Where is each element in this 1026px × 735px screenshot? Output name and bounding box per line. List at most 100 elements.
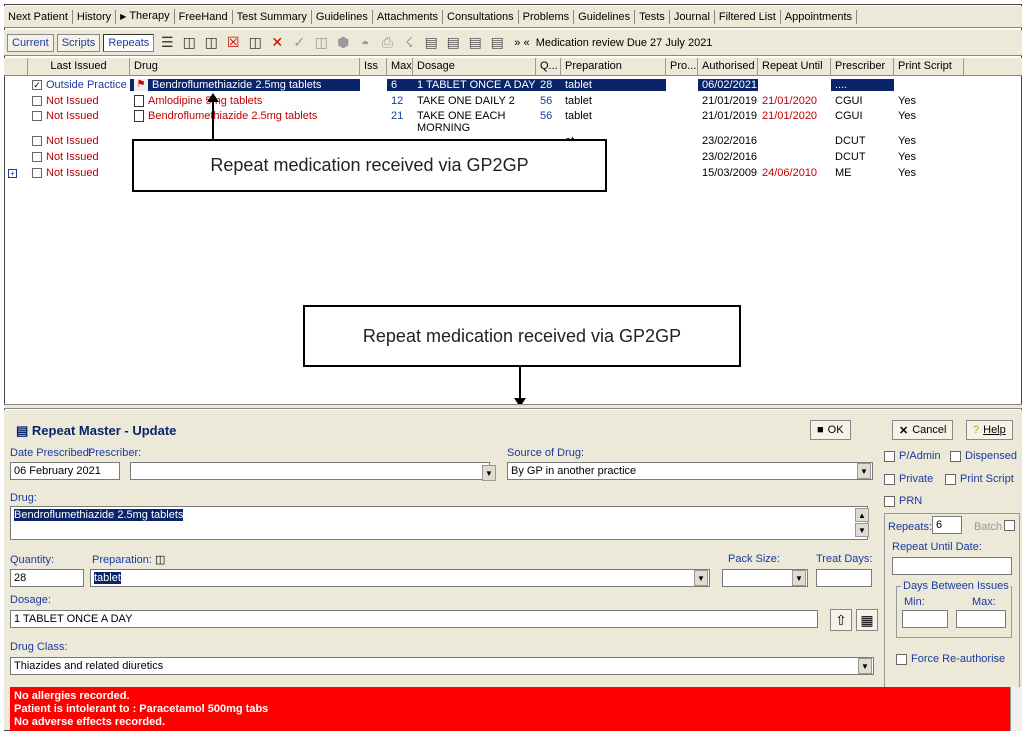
review-icon[interactable]: ▤	[444, 34, 462, 52]
treat-days-field[interactable]	[816, 569, 872, 587]
prescriber-select[interactable]	[130, 462, 490, 480]
row-checkbox[interactable]	[32, 168, 42, 179]
tab-next-patient[interactable]: Next Patient	[4, 9, 73, 24]
gp2gp-icon: ⚑	[134, 79, 148, 92]
stop-icon[interactable]: ⬢	[334, 34, 352, 52]
tab-problems[interactable]: Problems	[519, 9, 575, 24]
tab-history[interactable]: History	[73, 9, 117, 24]
min-days-field[interactable]	[902, 610, 948, 628]
print-icon[interactable]: ⎙	[378, 34, 396, 52]
col-drug[interactable]: Drug	[130, 58, 360, 75]
private-checkbox[interactable]: Private	[884, 473, 933, 485]
tab-appointments[interactable]: Appointments	[781, 9, 858, 24]
close-icon: ✕	[899, 424, 909, 437]
col-max[interactable]: Max	[387, 58, 413, 75]
current-button[interactable]: Current	[7, 33, 54, 52]
tab-guidelines[interactable]: Guidelines	[312, 9, 373, 24]
col-iss[interactable]: Iss	[360, 58, 387, 75]
repeat-until-date-field[interactable]	[892, 557, 1012, 575]
date-prescribed-field[interactable]: 06 February 2021	[10, 462, 120, 480]
document-icon[interactable]: ▤	[422, 34, 440, 52]
print-script-cell: Yes	[898, 167, 916, 179]
row-checkbox[interactable]	[32, 111, 42, 122]
print-script-cell: Yes	[898, 135, 916, 147]
filter-icon[interactable]: ◫	[246, 34, 264, 52]
preparation-select[interactable]: tablet	[90, 569, 710, 587]
preparation-dropdown-icon[interactable]: ▼	[694, 570, 708, 586]
tab-guidelines-2[interactable]: Guidelines	[574, 9, 636, 24]
help-button[interactable]: ? Help	[966, 420, 1013, 440]
padmin-checkbox[interactable]: P/Admin	[884, 450, 941, 462]
pill-icon[interactable]: ◓	[356, 34, 374, 52]
tab-consultations[interactable]: Consultations	[443, 9, 519, 24]
row-checkbox[interactable]	[32, 152, 42, 163]
table-row[interactable]: Not Issued Amlodipine 5mg tablets 12 TAK…	[4, 93, 1022, 109]
col-last-issued[interactable]: Last Issued	[28, 58, 130, 75]
prescriber-dropdown-icon[interactable]: ▼	[482, 465, 496, 481]
tab-test-summary[interactable]: Test Summary	[233, 9, 312, 24]
grid-header: Last Issued Drug Iss Max Dosage Q... Pre…	[4, 58, 1022, 76]
expand-icon[interactable]: +	[8, 168, 17, 178]
save-icon: ■	[817, 424, 824, 436]
col-repeat-until[interactable]: Repeat Until	[758, 58, 831, 75]
repeats-field[interactable]: 6	[932, 516, 962, 534]
batch-checkbox[interactable]	[1004, 520, 1015, 531]
drug-scroll-up-icon[interactable]: ▲	[855, 508, 869, 522]
quantity-field[interactable]: 28	[10, 569, 84, 587]
force-reauthorise-checkbox[interactable]: Force Re-authorise	[896, 653, 1005, 665]
col-pro[interactable]: Pro...	[666, 58, 698, 75]
scripts-button[interactable]: Scripts	[56, 33, 101, 52]
drug-class-select[interactable]: Thiazides and related diuretics	[10, 657, 874, 675]
last-issued-cell: Not Issued	[28, 167, 130, 179]
tab-journal[interactable]: Journal	[670, 9, 715, 24]
prn-checkbox[interactable]: PRN	[884, 495, 922, 507]
col-print-script[interactable]: Print Script	[894, 58, 964, 75]
copy-icon[interactable]: ◫	[312, 34, 330, 52]
tab-freehand[interactable]: FreeHand	[175, 9, 233, 24]
preparation-info-icon[interactable]: ◫	[155, 554, 165, 566]
tick-icon[interactable]: ✓	[290, 34, 308, 52]
tab-therapy[interactable]: Therapy	[116, 9, 175, 24]
panel-splitter[interactable]	[4, 404, 1022, 409]
dosage-field[interactable]: 1 TABLET ONCE A DAY	[10, 610, 818, 628]
edit-repeat-icon[interactable]: ◫	[202, 34, 220, 52]
cancel-button[interactable]: ✕ Cancel	[892, 420, 954, 440]
col-dosage[interactable]: Dosage	[413, 58, 536, 75]
delete-repeat-icon[interactable]: ☒	[224, 34, 242, 52]
row-checkbox[interactable]: ✓	[32, 80, 42, 91]
row-checkbox[interactable]	[32, 96, 42, 107]
alert-scrollbar[interactable]	[1010, 687, 1022, 731]
form-icon[interactable]: ▤	[466, 34, 484, 52]
print-script-checkbox[interactable]: Print Script	[945, 473, 1014, 485]
dispensed-checkbox[interactable]: Dispensed	[950, 450, 1017, 462]
col-authorised[interactable]: Authorised	[698, 58, 758, 75]
drug-field[interactable]: Bendroflumethiazide 2.5mg tablets	[10, 506, 868, 540]
calculator-icon[interactable]: ▦	[856, 609, 878, 631]
list-icon[interactable]: ☰	[158, 34, 176, 52]
new-repeat-icon[interactable]: ◫	[180, 34, 198, 52]
table-row[interactable]: ✓ Outside Practice ⚑ Bendroflumethiazide 2…	[4, 77, 1022, 93]
cancel-icon[interactable]: ✕	[268, 34, 286, 52]
top-callout-arrowhead	[207, 93, 219, 102]
repeats-button[interactable]: Repeats	[103, 33, 155, 52]
tab-tests[interactable]: Tests	[635, 9, 670, 24]
row-checkbox[interactable]	[32, 136, 42, 147]
col-preparation[interactable]: Preparation	[561, 58, 666, 75]
table-row[interactable]: Not Issued Bendroflumethiazide 2.5mg tab…	[4, 109, 1022, 133]
authorised-cell: 23/02/2016	[702, 135, 758, 147]
max-days-field[interactable]	[956, 610, 1006, 628]
stamp-icon[interactable]: ☇	[400, 34, 418, 52]
source-of-drug-select[interactable]: By GP in another practice	[507, 462, 873, 480]
last-issued-cell: ✓ Outside Practice	[28, 79, 130, 91]
drug-scroll-down-icon[interactable]: ▼	[855, 523, 869, 537]
source-dropdown-icon[interactable]: ▼	[857, 463, 871, 479]
ok-button[interactable]: ■ OK	[810, 420, 851, 440]
col-prescriber[interactable]: Prescriber	[831, 58, 894, 75]
notes-icon[interactable]: ▤	[488, 34, 506, 52]
pack-size-dropdown-icon[interactable]: ▼	[792, 570, 806, 586]
col-quantity[interactable]: Q...	[536, 58, 561, 75]
drug-class-dropdown-icon[interactable]: ▼	[858, 658, 872, 674]
dosage-lookup-icon[interactable]: ⇧	[830, 609, 852, 631]
tab-filtered-list[interactable]: Filtered List	[715, 9, 781, 24]
tab-attachments[interactable]: Attachments	[373, 9, 444, 24]
